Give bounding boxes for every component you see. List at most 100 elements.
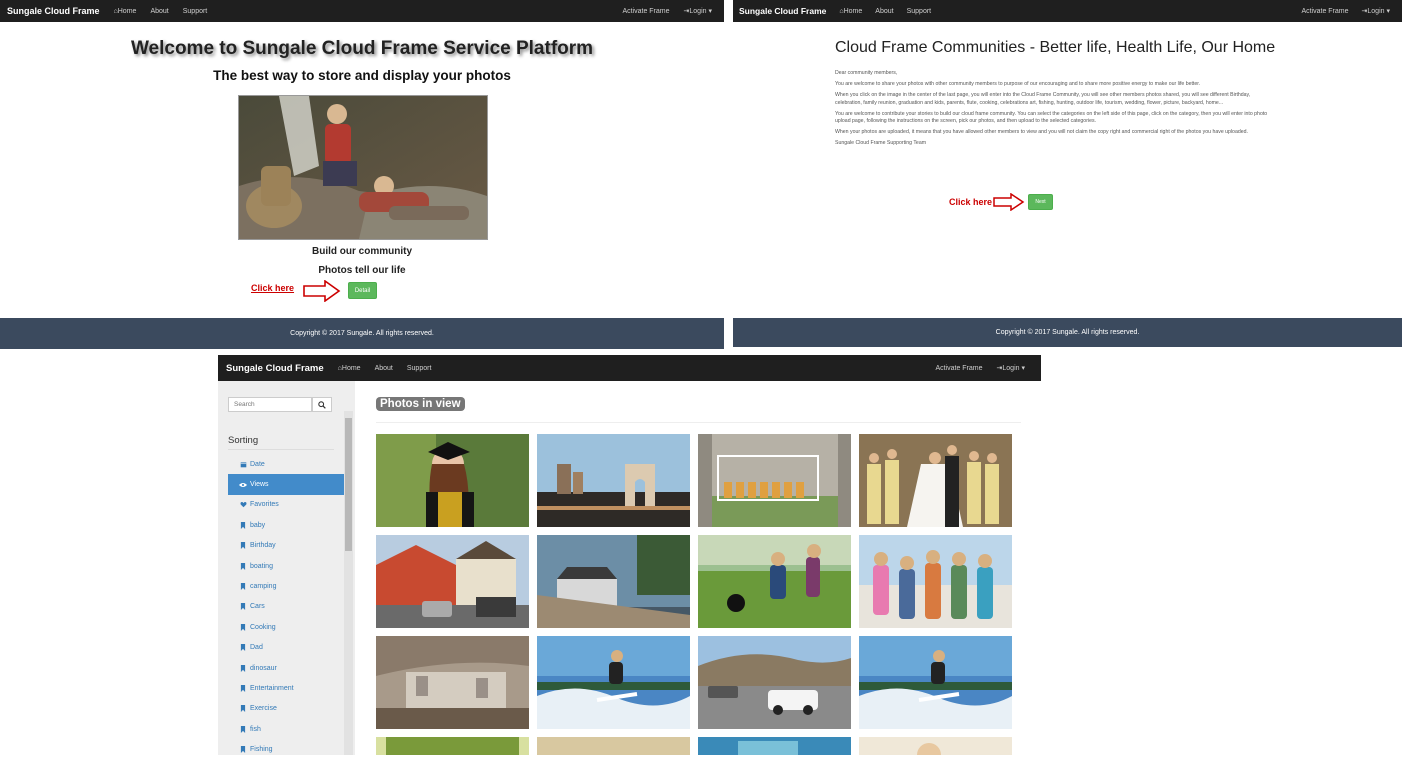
greeting-text: Dear community members, <box>835 70 898 76</box>
photo-thumbnail-village-street[interactable] <box>376 535 529 628</box>
sort-item-camping[interactable]: camping <box>228 576 344 596</box>
photo-thumbnail-boathouse[interactable] <box>537 535 690 628</box>
sort-item-favorites[interactable]: Favorites <box>228 495 344 515</box>
nav-about[interactable]: About <box>875 8 893 15</box>
photo-thumbnail-partial[interactable] <box>859 737 1012 755</box>
search-input[interactable] <box>228 397 312 412</box>
nav-home[interactable]: ⌂Home <box>839 8 862 15</box>
bookmark-icon <box>239 623 247 631</box>
nav-support[interactable]: Support <box>183 8 208 15</box>
bookmark-icon <box>239 603 247 611</box>
nav-about[interactable]: About <box>375 365 393 372</box>
photo-thumbnail-kids-playing-ball[interactable] <box>698 535 851 628</box>
nav-login[interactable]: ⇥Login ▾ <box>684 7 712 15</box>
nav-activate-frame[interactable]: Activate Frame <box>622 8 669 15</box>
sort-item-dinosaur[interactable]: dinosaur <box>228 658 344 678</box>
photos-page-panel: Sungale Cloud Frame ⌂Home About Support … <box>218 355 1041 755</box>
welcome-page-panel: Sungale Cloud Frame ⌂Home About Support … <box>0 0 724 349</box>
sort-item-exercise[interactable]: Exercise <box>228 699 344 719</box>
bookmark-icon <box>239 542 247 550</box>
scrollbar-thumb[interactable] <box>345 418 352 551</box>
photo-thumbnail-dam[interactable] <box>376 636 529 729</box>
photo-thumbnail-partial[interactable] <box>376 737 529 755</box>
tagline-community: Build our community <box>312 246 412 257</box>
nav-home[interactable]: ⌂Home <box>114 8 137 15</box>
search-button[interactable] <box>312 397 332 412</box>
paragraph: When you click on the image in the cente… <box>835 92 1251 106</box>
top-navbar: Sungale Cloud Frame ⌂Home About Support … <box>0 0 724 22</box>
nav-support[interactable]: Support <box>907 8 932 15</box>
eye-icon <box>239 482 247 488</box>
sort-item-cooking[interactable]: Cooking <box>228 617 344 637</box>
divider <box>228 449 334 450</box>
tagline-photos: Photos tell our life <box>318 265 406 276</box>
sort-item-label: fish <box>250 725 261 733</box>
sort-item-fish[interactable]: fish <box>228 719 344 739</box>
photos-in-view-heading: Photos in view <box>376 397 465 411</box>
divider <box>376 422 1021 423</box>
nav-activate-frame[interactable]: Activate Frame <box>935 365 982 372</box>
sort-item-label: Exercise <box>250 705 277 713</box>
sorting-list: Date Views Favorites baby Birthday boating cam… <box>228 454 344 755</box>
right-arrow-icon <box>303 280 341 302</box>
community-page-panel: Sungale Cloud Frame ⌂Home About Support … <box>733 0 1402 347</box>
signature-text: Sungale Cloud Frame Supporting Team <box>835 140 927 147</box>
sort-item-label: Dad <box>250 644 263 652</box>
bookmark-icon <box>239 746 247 754</box>
paragraph: You are welcome to contribute your stori… <box>835 110 1268 125</box>
brand-link[interactable]: Sungale Cloud Frame <box>7 6 100 16</box>
sort-item-views[interactable]: Views <box>228 474 344 495</box>
top-navbar: Sungale Cloud Frame ⌂Home About Support … <box>218 355 1041 381</box>
bookmark-icon <box>239 705 247 713</box>
sort-item-label: Fishing <box>250 746 273 754</box>
paragraph: When your photos are uploaded, it means … <box>835 129 1248 136</box>
photo-thumbnail-partial[interactable] <box>537 737 690 755</box>
sort-item-label: Entertainment <box>250 684 294 692</box>
top-navbar: Sungale Cloud Frame ⌂Home About Support … <box>733 0 1402 22</box>
bookmark-icon <box>239 725 247 733</box>
page-title: Cloud Frame Communities - Better life, H… <box>835 39 1276 56</box>
sort-item-boating[interactable]: boating <box>228 556 344 576</box>
photo-thumbnail-parking-lot[interactable] <box>698 636 851 729</box>
sort-item-entertainment[interactable]: Entertainment <box>228 678 344 698</box>
sort-item-label: Cooking <box>250 623 276 631</box>
sort-item-label: Birthday <box>250 542 276 550</box>
nav-login[interactable]: ⇥Login ▾ <box>997 364 1025 372</box>
photo-thumbnail-friends-on-boat[interactable] <box>859 535 1012 628</box>
sort-item-label: Date <box>250 460 265 468</box>
sidebar-scrollbar[interactable] <box>344 411 353 755</box>
sort-item-label: camping <box>250 583 277 591</box>
photo-thumbnail-wakesurfing-2[interactable] <box>859 636 1012 729</box>
photo-thumbnail-partial[interactable] <box>698 737 851 755</box>
bookmark-icon <box>239 521 247 529</box>
community-description: Dear community members, You are welcome … <box>835 70 1275 152</box>
page-title: Welcome to Sungale Cloud Frame Service P… <box>130 38 594 59</box>
bookmark-icon <box>239 644 247 652</box>
sorting-sidebar: Sorting Date Views Favorites baby Birthday bo… <box>218 381 355 755</box>
nav-support[interactable]: Support <box>407 365 432 372</box>
bookmark-icon <box>239 664 247 672</box>
nav-home[interactable]: ⌂Home <box>338 365 361 372</box>
next-button[interactable]: Next <box>1028 194 1053 210</box>
sort-item-cars[interactable]: Cars <box>228 597 344 617</box>
nav-login[interactable]: ⇥Login ▾ <box>1362 7 1390 15</box>
brand-link[interactable]: Sungale Cloud Frame <box>739 6 826 16</box>
detail-button[interactable]: Detail <box>348 282 377 299</box>
bookmark-icon <box>239 583 247 591</box>
bookmark-icon <box>239 684 247 692</box>
sort-item-baby[interactable]: baby <box>228 515 344 535</box>
sort-item-birthday[interactable]: Birthday <box>228 536 344 556</box>
photo-thumbnail-wedding-party[interactable] <box>859 434 1012 527</box>
photo-thumbnail-kids-soccer-team[interactable] <box>698 434 851 527</box>
photo-thumbnail-wakesurfing[interactable] <box>537 636 690 729</box>
caret-down-icon: ▾ <box>1386 8 1390 15</box>
photo-thumbnail-ferry-building[interactable] <box>537 434 690 527</box>
sort-item-fishing[interactable]: Fishing <box>228 739 344 755</box>
nav-activate-frame[interactable]: Activate Frame <box>1301 8 1348 15</box>
search-icon <box>318 400 326 409</box>
photo-thumbnail-graduate[interactable] <box>376 434 529 527</box>
sort-item-date[interactable]: Date <box>228 454 344 474</box>
brand-link[interactable]: Sungale Cloud Frame <box>226 363 324 374</box>
sort-item-dad[interactable]: Dad <box>228 638 344 658</box>
nav-about[interactable]: About <box>150 8 168 15</box>
